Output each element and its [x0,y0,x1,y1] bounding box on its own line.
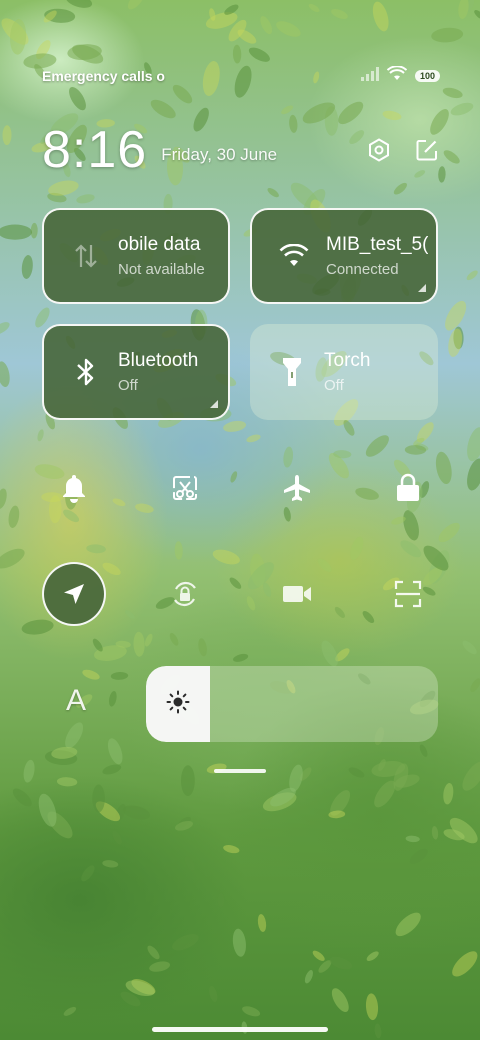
bell-icon[interactable] [42,456,106,520]
rotation-lock-icon[interactable] [153,562,217,626]
tile-title: Bluetooth [118,350,199,371]
tile-title: obile data [118,234,201,255]
sun-icon [166,690,190,719]
clock-time: 8:16 [42,121,148,179]
font-size-label[interactable]: A [66,684,86,718]
tile-subtitle: Off [324,377,344,394]
tile-title: Torch [324,350,371,371]
status-icons: 100 [360,65,440,86]
scan-icon[interactable] [376,562,440,626]
toggle-row-1 [42,456,440,520]
bluetooth-icon [68,354,104,390]
tile-subtitle: Off [118,377,138,394]
status-bar: Emergency calls o 100 [42,64,440,88]
toggle-row-2 [42,562,440,626]
carrier-status-text: Emergency calls o [42,68,165,84]
settings-icon[interactable] [366,137,392,163]
expand-corner-icon[interactable] [210,400,218,408]
video-icon[interactable] [265,562,329,626]
signal-icon [360,66,379,86]
home-indicator[interactable] [152,1027,328,1032]
location-icon[interactable] [42,562,106,626]
wifi-status-icon [386,65,408,86]
tile-title: MIB_test_5( [326,234,429,255]
brightness-fill [146,666,211,742]
screenshot-icon[interactable] [153,456,217,520]
wifi-icon [276,238,312,274]
tile-subtitle: Connected [326,261,399,278]
tile-wifi[interactable]: MIB_test_5( Connected [250,208,438,304]
header: 8:16 Friday, 30 June [42,122,440,178]
brightness-slider[interactable] [146,666,438,742]
tile-mobile-data[interactable]: obile data Not available [42,208,230,304]
airplane-icon[interactable] [265,456,329,520]
date-label: Friday, 30 June [161,145,278,164]
torch-icon [274,354,310,390]
tile-torch[interactable]: Torch Off [250,324,438,420]
expand-corner-icon[interactable] [418,284,426,292]
battery-indicator: 100 [414,70,440,82]
tile-subtitle: Not available [118,261,205,278]
edit-icon[interactable] [414,137,440,163]
mobile-data-icon [68,238,104,274]
panel-drag-handle[interactable] [214,769,266,773]
tile-bluetooth[interactable]: Bluetooth Off [42,324,230,420]
lock-icon[interactable] [376,456,440,520]
